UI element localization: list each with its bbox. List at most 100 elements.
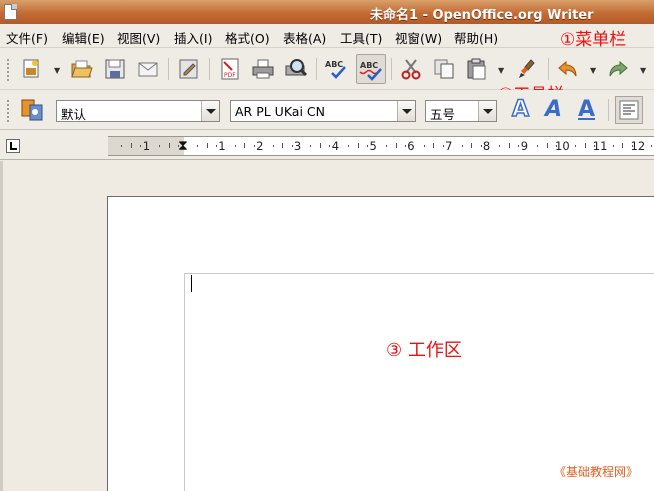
underline-icon[interactable]: A xyxy=(578,97,595,122)
horizontal-ruler[interactable]: ⧗ 1 1 2 3 4 5 6 7 8 9 10 11 12 xyxy=(108,136,654,156)
export-pdf-icon[interactable]: PDF xyxy=(218,58,242,80)
ruler-tick xyxy=(537,145,539,147)
redo-dropdown-icon[interactable]: ▼ xyxy=(640,66,646,75)
ruler-tick xyxy=(130,143,132,148)
ruler-tick xyxy=(159,145,161,147)
window-title: 未命名1 - OpenOffice.org Writer xyxy=(370,8,594,23)
menu-insert[interactable]: 插入(I) xyxy=(174,28,212,47)
ruler-number: 1 xyxy=(142,139,151,153)
ruler-tick xyxy=(282,143,284,148)
menu-edit[interactable]: 编辑(E) xyxy=(62,28,105,47)
menu-window[interactable]: 视窗(W) xyxy=(395,28,442,47)
document-icon xyxy=(4,4,17,20)
ruler-tick xyxy=(197,145,199,147)
formatting-toolbar: 默认 AR PL UKai CN 五号 A A A xyxy=(0,90,654,130)
font-name-value: AR PL UKai CN xyxy=(235,104,325,119)
ruler-tick xyxy=(140,145,142,147)
menubar-annotation: ①菜单栏 xyxy=(560,30,627,50)
menu-table[interactable]: 表格(A) xyxy=(283,28,326,47)
paste-icon[interactable] xyxy=(465,58,489,80)
redo-icon[interactable] xyxy=(606,58,630,80)
paragraph-style-combo[interactable]: 默认 xyxy=(56,100,220,122)
ruler-number: 5 xyxy=(369,139,377,153)
print-preview-icon[interactable] xyxy=(284,58,308,80)
undo-dropdown-icon[interactable]: ▼ xyxy=(590,66,596,75)
menu-bar: 文件(F) 编辑(E) 视图(V) 插入(I) 格式(O) 表格(A) 工具(T… xyxy=(0,24,654,50)
ruler-tick xyxy=(329,145,331,147)
chevron-down-icon[interactable] xyxy=(478,101,496,121)
ruler-tick xyxy=(518,145,520,147)
ruler-number: 11 xyxy=(592,139,608,153)
menu-format[interactable]: 格式(O) xyxy=(225,28,270,47)
chevron-down-icon[interactable] xyxy=(397,101,415,121)
chevron-down-icon[interactable] xyxy=(201,101,219,121)
ruler-tick xyxy=(215,145,217,147)
italic-icon[interactable]: A xyxy=(545,97,562,122)
ruler-number: 2 xyxy=(256,139,264,153)
paste-dropdown-icon[interactable]: ▼ xyxy=(498,66,504,75)
styles-formatting-icon[interactable] xyxy=(20,99,44,121)
ruler-tick xyxy=(310,145,312,147)
ruler-tick xyxy=(357,143,359,148)
autospellcheck-text: ABC xyxy=(360,61,378,70)
ruler-tick xyxy=(584,143,586,148)
ruler-number: 3 xyxy=(293,139,302,153)
spellcheck-text: ABC xyxy=(325,60,343,69)
ruler-tick xyxy=(234,145,236,147)
ruler-tick xyxy=(546,143,548,148)
ruler-number: 8 xyxy=(482,139,491,153)
toolbar-separator xyxy=(168,58,169,80)
spellcheck-icon[interactable]: ABC xyxy=(324,58,348,80)
ruler-tick xyxy=(121,145,123,147)
toolbar-grip[interactable] xyxy=(6,58,10,82)
paragraph-style-value: 默认 xyxy=(61,107,87,122)
font-size-combo[interactable]: 五号 xyxy=(425,100,497,122)
ruler-tick xyxy=(575,145,577,147)
copy-icon[interactable] xyxy=(432,58,456,80)
ruler-tick xyxy=(272,145,274,147)
ruler-tick xyxy=(206,143,208,148)
save-icon[interactable] xyxy=(103,58,127,80)
ruler-tick xyxy=(433,143,435,148)
ruler-tick xyxy=(244,143,246,148)
toolbar-separator xyxy=(608,99,609,121)
align-left-icon[interactable] xyxy=(615,96,643,124)
ruler-tick xyxy=(499,145,501,147)
font-name-combo[interactable]: AR PL UKai CN xyxy=(230,100,416,122)
menu-file[interactable]: 文件(F) xyxy=(6,28,48,47)
svg-text:PDF: PDF xyxy=(224,72,236,79)
print-icon[interactable] xyxy=(251,58,275,80)
undo-icon[interactable] xyxy=(556,58,580,80)
toolbar-separator xyxy=(316,58,317,80)
open-folder-icon[interactable] xyxy=(70,58,94,80)
autospellcheck-icon[interactable]: ABC xyxy=(356,54,386,84)
new-dropdown-icon[interactable]: ▼ xyxy=(54,66,60,75)
tab-stop-selector-icon[interactable] xyxy=(6,139,20,153)
ruler-number: 7 xyxy=(445,139,453,153)
menu-tools[interactable]: 工具(T) xyxy=(340,28,382,47)
ruler-tick xyxy=(395,143,397,148)
new-document-icon[interactable] xyxy=(20,58,44,80)
bold-icon[interactable]: A xyxy=(511,96,530,123)
ruler-tick xyxy=(348,145,350,147)
ruler-tick xyxy=(423,145,425,147)
ruler-tick xyxy=(650,145,652,147)
ruler-tick xyxy=(461,145,463,147)
ruler-tick xyxy=(319,143,321,148)
ruler-tick xyxy=(291,145,293,147)
ruler-tick xyxy=(593,145,595,147)
text-area-boundary[interactable] xyxy=(184,273,654,491)
menu-view[interactable]: 视图(V) xyxy=(117,28,160,47)
edit-document-icon[interactable] xyxy=(177,58,201,80)
toolbar-separator xyxy=(391,58,392,80)
email-icon[interactable] xyxy=(136,58,160,80)
ruler-tick xyxy=(612,145,614,147)
ruler-number: 12 xyxy=(630,139,646,153)
ruler-tick xyxy=(442,145,444,147)
toolbar-grip[interactable] xyxy=(6,99,10,123)
ruler-tick xyxy=(508,143,510,148)
menu-help[interactable]: 帮助(H) xyxy=(454,28,498,47)
indent-marker-icon[interactable]: ⧗ xyxy=(178,138,188,154)
cut-icon[interactable] xyxy=(399,58,423,80)
format-paintbrush-icon[interactable] xyxy=(516,58,540,80)
